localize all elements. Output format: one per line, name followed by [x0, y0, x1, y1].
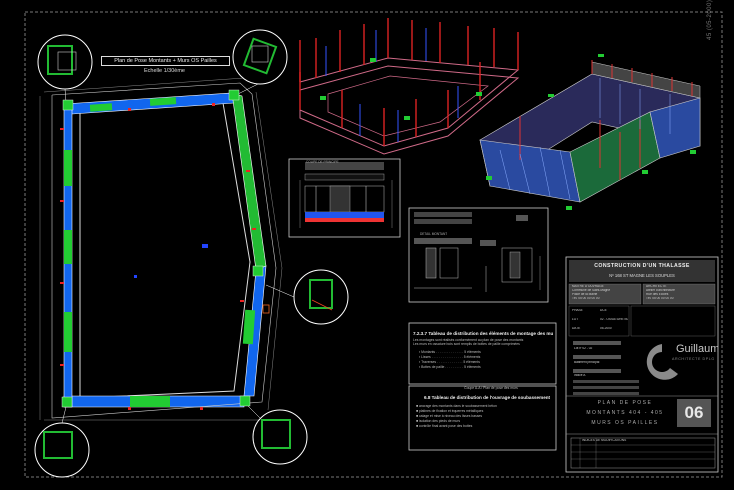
note-1-line: ▪ Traverses . . . . . . . . . . . . . . …: [419, 360, 480, 364]
note-1-line: Les murs en ossature bois sont remplis d…: [413, 342, 520, 346]
note-2-line: ■ calage et mise à niveau des lisses bas…: [416, 414, 483, 418]
wall-segment: [130, 396, 170, 407]
opening-marker: [262, 304, 270, 314]
detail-callout-top-right[interactable]: [232, 29, 288, 96]
tb-meta: Indice A: [574, 374, 586, 377]
note-2-caption: Coupe A-A / Plan de pose des murs: [464, 386, 518, 390]
note-1-line: ▪ Bottes de paille . . . . . . . . . . 5…: [419, 365, 481, 369]
note-2-line: ■ contrôle final avant pose des bottes: [416, 424, 473, 428]
note-2-line: ■ platines de fixation et équerres métal…: [416, 409, 484, 413]
note-1-line: ▪ Lisses . . . . . . . . . . . . . . . .…: [419, 355, 481, 359]
axonometric-view-frame[interactable]: [299, 18, 520, 155]
plan-title: Plan de Pose Montants + Murs OS Pailles: [101, 56, 230, 66]
floor-plan[interactable]: [34, 29, 349, 478]
wall-segment: [64, 230, 72, 264]
note-1-heading: 7.2.3.7 Tableau de distribution des élém…: [413, 331, 553, 336]
tb-row-label: DATE: [572, 327, 581, 330]
plan-scale: Echelle 1/30ème: [144, 68, 185, 74]
tb-row-label: LOT: [572, 318, 579, 321]
wall-segment: [64, 150, 72, 186]
title-block-heading: CONSTRUCTION D'UN THALASSE: [594, 263, 690, 269]
sheet-title-line: MONTANTS 404 - 405: [586, 410, 664, 416]
note-2-line: ■ isolation des pieds de murs: [416, 419, 461, 423]
title-block-subheading: Nº 168 ST MAGNE LES SOUPLES: [609, 273, 675, 278]
architect-line: Tél. 05 00 00 00 00: [646, 297, 674, 300]
note-2-heading: 6.8 Tableau de distribution de l'ouvrage…: [424, 395, 551, 400]
detail-a-title: COUPE DE PRINCIPE: [306, 160, 339, 164]
tb-row-value: 05-2000: [600, 327, 612, 330]
logo-subtitle: ARCHITECTE DPLG: [672, 357, 715, 361]
detail-section-a[interactable]: [288, 158, 401, 238]
tb-row-value: 02 - OSSATURE BOIS: [600, 318, 628, 321]
revisions-header: INDICES DE MODIFICATIONS: [582, 439, 627, 442]
tb-row-label: PHASE: [572, 309, 583, 312]
sheet-number: 06: [677, 399, 711, 427]
note-2-line: ■ ancrage des montants dans le soubassem…: [416, 404, 497, 408]
sheet-title-line: PLAN DE POSE: [597, 400, 653, 406]
wall-segment: [89, 103, 113, 112]
note-1-line: ▪ Montants . . . . . . . . . . . . . . .…: [419, 350, 481, 354]
side-reference: 45 (05-2000): [707, 0, 713, 40]
tb-row-value: DCE: [600, 309, 607, 312]
plan-inner-outline: [79, 96, 251, 399]
sheet-title-line: MURS OS PAILLES: [591, 420, 659, 426]
tb-meta: Lot n°02 - 02: [574, 347, 593, 350]
detail-callout-bottom-right[interactable]: [245, 403, 308, 465]
detail-callout-right[interactable]: [265, 269, 349, 325]
logo-text: Guillaume: [676, 343, 718, 355]
tb-meta: Bâtiment principal: [574, 361, 600, 364]
wall-segment: [64, 312, 72, 352]
detail-b-title: DETAIL MONTANT: [420, 232, 448, 236]
detail-section-b[interactable]: [408, 207, 549, 303]
owner-line: Tél. 05 00 00 00 00: [572, 297, 600, 300]
